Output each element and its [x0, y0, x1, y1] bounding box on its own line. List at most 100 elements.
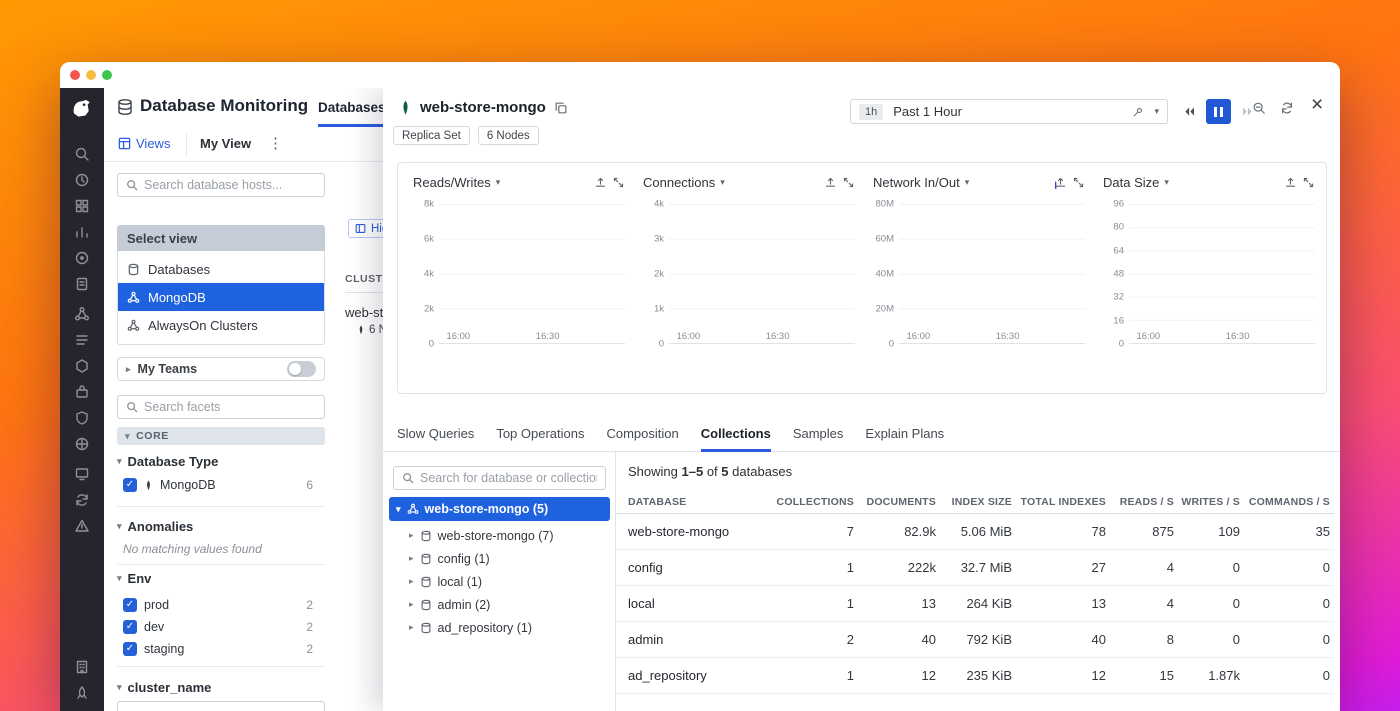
expand-icon[interactable] — [612, 176, 625, 189]
notebooks-icon[interactable] — [74, 276, 90, 292]
kebab-menu-icon[interactable]: ⋮ — [268, 134, 283, 152]
chevron-down-icon[interactable]: ▾ — [496, 177, 501, 188]
export-icon[interactable] — [1284, 176, 1297, 189]
facet-value-mongodb[interactable]: ✓ MongoDB 6 — [123, 476, 325, 494]
chevron-down-icon[interactable]: ▾ — [720, 177, 725, 188]
logs-icon[interactable] — [74, 332, 90, 348]
pin-icon[interactable] — [1132, 106, 1144, 118]
facet-search-input[interactable] — [117, 395, 325, 419]
tree-node-selected[interactable]: ▾ web-store-mongo (5) — [389, 497, 610, 521]
chevron-right-icon[interactable]: ▸ — [409, 553, 414, 564]
column-header-database[interactable]: DATABASE — [628, 496, 772, 508]
column-header-documents[interactable]: DOCUMENTS — [858, 496, 940, 508]
facet-anomalies[interactable]: ▾ Anomalies — [117, 519, 193, 534]
view-item-databases[interactable]: Databases — [118, 255, 324, 283]
pause-button[interactable] — [1206, 99, 1231, 124]
history-icon[interactable] — [74, 172, 90, 188]
table-row[interactable]: config 1 222k 32.7 MiB 27 4 0 0 — [616, 550, 1334, 586]
facet-value-dev[interactable]: ✓ dev 2 — [123, 618, 325, 636]
host-search-input[interactable] — [117, 173, 325, 197]
dashboards-icon[interactable] — [74, 198, 90, 214]
facet-cluster-name[interactable]: ▾ cluster_name — [117, 680, 211, 695]
expand-icon[interactable] — [1302, 176, 1315, 189]
table-row[interactable]: web-store-mongo 7 82.9k 5.06 MiB 78 875 … — [616, 514, 1334, 550]
chevron-right-icon[interactable]: ▸ — [409, 530, 414, 541]
zoom-out-icon[interactable] — [1252, 101, 1266, 115]
table-row[interactable]: ad_repository 1 12 235 KiB 12 15 1.87k 0 — [616, 658, 1334, 694]
expand-icon[interactable] — [1072, 176, 1085, 189]
error-tracking-icon[interactable] — [74, 518, 90, 534]
tab-slow-queries[interactable]: Slow Queries — [397, 418, 474, 452]
column-header-collections[interactable]: COLLECTIONS — [772, 496, 858, 508]
time-range-selector[interactable]: 1h Past 1 Hour ▾ — [850, 99, 1168, 124]
zoom-window-button[interactable] — [102, 70, 112, 80]
tab-top-operations[interactable]: Top Operations — [496, 418, 584, 452]
tree-node-local[interactable]: ▸ local (1) — [383, 570, 616, 593]
security-icon[interactable] — [74, 410, 90, 426]
cluster-name-filter-input[interactable] — [117, 701, 325, 711]
host-search-field[interactable] — [144, 178, 316, 192]
column-header-writes-s[interactable]: WRITES / S — [1178, 496, 1244, 508]
my-teams-row[interactable]: ▸ My Teams — [117, 357, 325, 381]
facet-group-core[interactable]: ▾ CORE — [117, 427, 325, 445]
facet-value-prod[interactable]: ✓ prod 2 — [123, 596, 325, 614]
whats-new-rocket-icon[interactable] — [74, 685, 90, 701]
tab-samples[interactable]: Samples — [793, 418, 844, 452]
watchdog-icon[interactable] — [74, 250, 90, 266]
refresh-icon[interactable] — [1280, 101, 1294, 115]
export-icon[interactable] — [824, 176, 837, 189]
table-row[interactable]: admin 2 40 792 KiB 40 8 0 0 — [616, 622, 1334, 658]
export-icon[interactable] — [1054, 176, 1067, 189]
checkbox-checked[interactable]: ✓ — [123, 642, 137, 656]
chevron-down-icon[interactable]: ▾ — [965, 177, 970, 188]
view-item-mongodb[interactable]: MongoDB — [118, 283, 324, 311]
column-header-total-indexes[interactable]: TOTAL INDEXES — [1016, 496, 1110, 508]
tab-databases[interactable]: Databases — [318, 100, 386, 127]
datadog-logo[interactable] — [69, 96, 95, 122]
tree-node-ad-repository[interactable]: ▸ ad_repository (1) — [383, 616, 616, 639]
close-drawer-icon[interactable]: × — [1311, 95, 1323, 115]
facet-value-staging[interactable]: ✓ staging 2 — [123, 640, 325, 658]
chevron-down-icon[interactable]: ▾ — [1164, 177, 1169, 188]
ci-icon[interactable] — [74, 492, 90, 508]
facet-search-field[interactable] — [144, 400, 316, 414]
tree-node-web-store-mongo[interactable]: ▸ web-store-mongo (7) — [383, 524, 616, 547]
tab-collections[interactable]: Collections — [701, 418, 771, 452]
rum-icon[interactable] — [74, 466, 90, 482]
checkbox-checked[interactable]: ✓ — [123, 620, 137, 634]
metrics-icon[interactable] — [74, 224, 90, 240]
checkbox-checked[interactable]: ✓ — [123, 478, 137, 492]
integrations-icon[interactable] — [74, 384, 90, 400]
facet-database-type[interactable]: ▾ Database Type — [117, 454, 218, 469]
infrastructure-icon[interactable] — [74, 358, 90, 374]
organization-icon[interactable] — [74, 659, 90, 675]
view-item-alwayson-clusters[interactable]: AlwaysOn Clusters — [118, 311, 324, 339]
tree-search-input[interactable] — [393, 466, 606, 490]
rewind-button[interactable] — [1177, 99, 1202, 124]
chevron-right-icon[interactable]: ▸ — [409, 622, 414, 633]
expand-icon[interactable] — [842, 176, 855, 189]
chevron-right-icon[interactable]: ▸ — [409, 576, 414, 587]
tree-node-config[interactable]: ▸ config (1) — [383, 547, 616, 570]
views-menu[interactable]: Views — [118, 136, 170, 151]
close-window-button[interactable] — [70, 70, 80, 80]
search-icon[interactable] — [74, 146, 90, 162]
my-teams-toggle[interactable] — [287, 361, 316, 377]
minimize-window-button[interactable] — [86, 70, 96, 80]
current-view-tab[interactable]: My View — [200, 136, 251, 151]
chevron-down-icon[interactable]: ▾ — [396, 504, 401, 515]
column-header-reads-s[interactable]: READS / S — [1110, 496, 1178, 508]
column-header-commands-s[interactable]: COMMANDS / S — [1244, 496, 1334, 508]
checkbox-checked[interactable]: ✓ — [123, 598, 137, 612]
copy-icon[interactable] — [554, 101, 568, 115]
chevron-down-icon[interactable]: ▾ — [1154, 106, 1159, 117]
tab-composition[interactable]: Composition — [606, 418, 678, 452]
table-row[interactable]: local 1 13 264 KiB 13 4 0 0 — [616, 586, 1334, 622]
tree-search-field[interactable] — [420, 471, 597, 485]
synthetics-icon[interactable] — [74, 436, 90, 452]
column-header-index-size[interactable]: INDEX SIZE — [940, 496, 1016, 508]
tree-node-admin[interactable]: ▸ admin (2) — [383, 593, 616, 616]
apm-services-icon[interactable] — [74, 306, 90, 322]
select-view-header[interactable]: Select view — [117, 225, 325, 251]
chevron-right-icon[interactable]: ▸ — [409, 599, 414, 610]
